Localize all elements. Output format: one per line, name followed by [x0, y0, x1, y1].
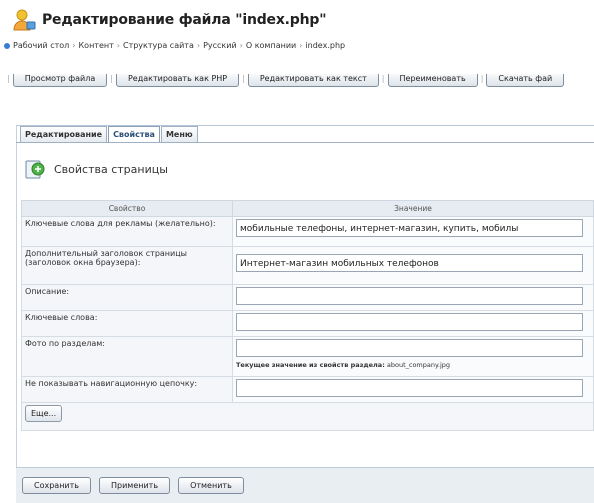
- table-row: Ключевые слова для рекламы (желательно):…: [21, 216, 594, 247]
- tab-editing[interactable]: Редактирование: [20, 126, 108, 142]
- keywords-input[interactable]: [236, 313, 583, 331]
- column-header-property: Свойство: [21, 200, 233, 217]
- browser-title-input[interactable]: Интернет-магазин мобильных телефонов: [236, 254, 583, 272]
- property-label: Дополнительный заголовок страницы (загол…: [21, 246, 233, 285]
- page-properties-icon: [25, 160, 45, 179]
- table-row: Дополнительный заголовок страницы (загол…: [21, 246, 594, 285]
- tab-properties[interactable]: Свойства: [108, 126, 160, 142]
- page-title: Редактирование файла "index.php": [42, 12, 327, 28]
- column-header-value: Значение: [232, 200, 594, 217]
- property-label: Описание:: [21, 284, 233, 311]
- section-title: Свойства страницы: [54, 162, 168, 176]
- tab-bar: Редактирование Свойства Меню: [20, 126, 199, 142]
- more-properties-button[interactable]: Еще...: [25, 405, 63, 422]
- tab-divider: [16, 142, 594, 143]
- breadcrumb-item[interactable]: Структура сайта: [123, 41, 194, 50]
- breadcrumb-item: index.php: [305, 41, 346, 50]
- property-label: Не показывать навигационную цепочку:: [21, 376, 233, 403]
- description-input[interactable]: [236, 287, 583, 305]
- form-footer: Сохранить Применить Отменить: [16, 467, 594, 503]
- user-edit-icon: [13, 9, 36, 31]
- hide-breadcrumb-input[interactable]: [236, 379, 583, 397]
- section-header: Свойства страницы: [24, 158, 168, 180]
- breadcrumb-item[interactable]: Контент: [79, 41, 114, 50]
- edit-as-php-button[interactable]: Редактировать как PHP: [115, 74, 240, 87]
- inherited-value-hint: Текущее значение из свойств раздела: abo…: [236, 361, 451, 369]
- rename-button[interactable]: Переименовать: [387, 74, 478, 87]
- page-header: Редактирование файла "index.php": [12, 7, 326, 33]
- download-file-button[interactable]: Скачать фай: [486, 74, 565, 87]
- breadcrumb-item[interactable]: Русский: [203, 41, 237, 50]
- save-button[interactable]: Сохранить: [22, 477, 91, 494]
- property-label: Ключевые слова:: [21, 310, 233, 337]
- properties-table: Свойство Значение Ключевые слова для рек…: [21, 200, 594, 431]
- cancel-button[interactable]: Отменить: [178, 477, 244, 494]
- edit-as-text-button[interactable]: Редактировать как текст: [247, 74, 379, 87]
- table-row: Не показывать навигационную цепочку:: [21, 376, 594, 403]
- table-row: Фото по разделам: Текущее значение из св…: [21, 336, 594, 377]
- property-label: Ключевые слова для рекламы (желательно):: [21, 216, 233, 247]
- section-photo-input[interactable]: [236, 339, 583, 357]
- table-header-row: Свойство Значение: [21, 200, 594, 217]
- property-label: Фото по разделам:: [21, 336, 233, 377]
- table-row: Описание:: [21, 284, 594, 311]
- breadcrumb-item[interactable]: О компании: [246, 41, 296, 50]
- breadcrumb-item[interactable]: Рабочий стол: [13, 41, 69, 50]
- apply-button[interactable]: Применить: [99, 477, 171, 494]
- desktop-icon: [4, 42, 10, 49]
- file-toolbar: | Просмотр файла | Редактировать как PHP | Ре…: [4, 74, 594, 90]
- table-row: Еще...: [21, 402, 594, 431]
- tab-menu[interactable]: Меню: [160, 126, 198, 142]
- table-row: Ключевые слова:: [21, 310, 594, 337]
- view-file-button[interactable]: Просмотр файла: [12, 74, 108, 87]
- breadcrumb: Рабочий стол › Контент › Структура сайта › Рус…: [4, 41, 345, 50]
- ad-keywords-input[interactable]: мобильные телефоны, интернет-магазин, ку…: [236, 219, 583, 237]
